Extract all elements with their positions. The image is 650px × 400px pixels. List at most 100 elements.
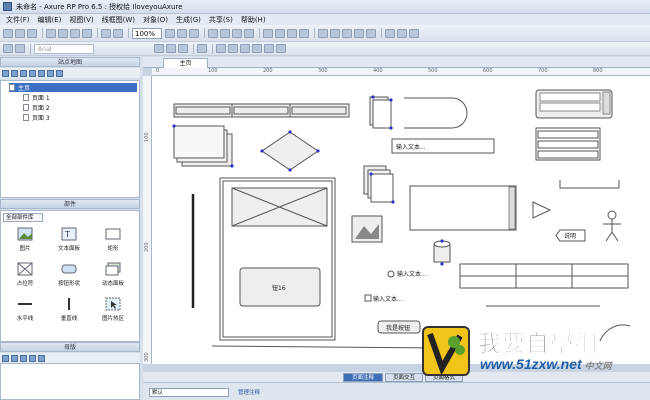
save-icon[interactable] [27,28,37,38]
tag-sketch[interactable]: 说明 [555,229,586,242]
preview-icon[interactable] [409,28,419,38]
tab-home[interactable]: 主页 [163,58,208,68]
page-stack-sketch[interactable] [369,95,393,130]
menu-view[interactable]: 视图(V) [69,15,93,25]
table-sketch[interactable] [535,127,601,161]
widget-text-panel[interactable]: T 文本面板 [49,227,89,258]
stacked-panel-sketch[interactable] [172,124,234,168]
arrow-style-icon[interactable] [366,28,376,38]
distribute-icon[interactable] [299,28,309,38]
menu-generate[interactable]: 生成(G) [176,15,201,25]
add-master-icon[interactable] [2,354,9,362]
tab-shape-sketch[interactable] [404,97,468,129]
bracket-sketch[interactable] [559,180,620,189]
menu-file[interactable]: 文件(F) [6,15,30,25]
move-up-icon[interactable] [20,69,27,77]
text-bottom-icon[interactable] [276,44,286,53]
master-up-icon[interactable] [20,354,27,362]
ungroup-icon[interactable] [220,28,230,38]
fill-color-icon[interactable] [318,28,328,38]
intersect-icon[interactable] [189,28,199,38]
bold-icon[interactable] [154,44,164,53]
add-folder-icon[interactable] [11,69,18,77]
align-left-icon[interactable] [263,28,273,38]
sitemap-item-page1[interactable]: 页面 1 [23,93,50,102]
radio-button-sketch[interactable]: 输入文本... [387,270,427,278]
menu-edit[interactable]: 编辑(E) [38,15,62,25]
send-back-icon[interactable] [244,28,254,38]
checkbox-sketch[interactable]: 输入文本... [364,294,403,303]
delete-master-icon[interactable] [38,354,45,362]
align-center-icon[interactable] [275,28,285,38]
tab-page-notes[interactable]: 页面注释 [343,373,383,382]
format-painter-icon[interactable] [82,28,92,38]
text-color-icon[interactable] [197,44,207,53]
widget-hotspot[interactable]: 图片热区 [93,297,133,328]
arrow-sketch[interactable] [532,201,552,219]
cut-icon[interactable] [46,28,56,38]
zoom-select[interactable]: 100% [132,27,162,39]
text-left-icon[interactable] [216,44,226,53]
stick-figure-sketch[interactable] [603,210,621,242]
delete-page-icon[interactable] [56,69,63,77]
font-size-icon[interactable] [15,44,25,53]
button-sketch[interactable]: 我是按钮 [377,320,421,334]
font-family-select[interactable]: Arial [34,43,94,54]
widget-library-select[interactable]: 全部部件库 [3,213,43,222]
widget-vertical-line[interactable]: 垂直线 [49,297,89,328]
widget-button-shape[interactable]: 按钮形状 [49,262,89,293]
textarea-sketch[interactable] [409,185,517,231]
widget-placeholder[interactable]: 占位符 [5,262,45,293]
notes-select[interactable]: 默认 [149,388,229,397]
menu-object[interactable]: 对象(O) [143,15,168,25]
line-style-icon[interactable] [354,28,364,38]
manage-notes-link[interactable]: 管理注释 [238,388,260,396]
tab-bar-sketch[interactable] [173,103,350,118]
generate-icon[interactable] [385,28,395,38]
publish-icon[interactable] [397,28,407,38]
connector-icon[interactable] [177,28,187,38]
sitemap-item-page2[interactable]: 页面 2 [23,103,50,112]
paste-icon[interactable] [70,28,80,38]
menu-help[interactable]: 帮助(H) [241,15,266,25]
widget-horizontal-line[interactable]: 水平线 [5,297,45,328]
image-placeholder-sketch[interactable] [351,215,383,243]
listbox-sketch[interactable] [535,89,613,119]
panel-frame-sketch[interactable]: 钮16 [219,177,336,341]
undo-icon[interactable] [101,28,111,38]
diamond-sketch[interactable] [260,130,320,172]
menu-wireframe[interactable]: 线框图(W) [102,15,135,25]
bring-front-icon[interactable] [232,28,242,38]
bottom-line-sketch[interactable] [211,345,443,349]
widget-rectangle[interactable]: 矩形 [93,227,133,258]
text-field-sketch[interactable]: 输入文本... [391,138,495,154]
new-icon[interactable] [3,28,13,38]
indent-icon[interactable] [38,69,45,77]
move-down-icon[interactable] [29,69,36,77]
bullet-icon[interactable] [3,44,13,53]
master-down-icon[interactable] [29,354,36,362]
italic-icon[interactable] [166,44,176,53]
grid-table-sketch[interactable] [459,263,629,289]
cylinder-sketch[interactable] [433,239,451,266]
sitemap-item-page3[interactable]: 页面 3 [23,113,50,122]
text-top-icon[interactable] [252,44,262,53]
copy-icon[interactable] [58,28,68,38]
redo-icon[interactable] [113,28,123,38]
group-icon[interactable] [208,28,218,38]
add-master-folder-icon[interactable] [11,354,18,362]
select-icon[interactable] [165,28,175,38]
design-canvas[interactable]: 输入文本... 钮16 输入文本... 输入文本... 我是按钮 说明 [152,76,650,364]
underline-icon[interactable] [178,44,188,53]
document-stack-sketch[interactable] [363,165,395,204]
widget-dynamic-panel[interactable]: 动态面板 [93,262,133,293]
text-center-icon[interactable] [228,44,238,53]
text-middle-icon[interactable] [264,44,274,53]
menu-share[interactable]: 共享(S) [209,15,233,25]
sitemap-item-home[interactable]: 主页 [9,83,137,92]
text-right-icon[interactable] [240,44,250,53]
outdent-icon[interactable] [47,69,54,77]
open-icon[interactable] [15,28,25,38]
add-page-icon[interactable] [2,69,9,77]
line-color-icon[interactable] [330,28,340,38]
